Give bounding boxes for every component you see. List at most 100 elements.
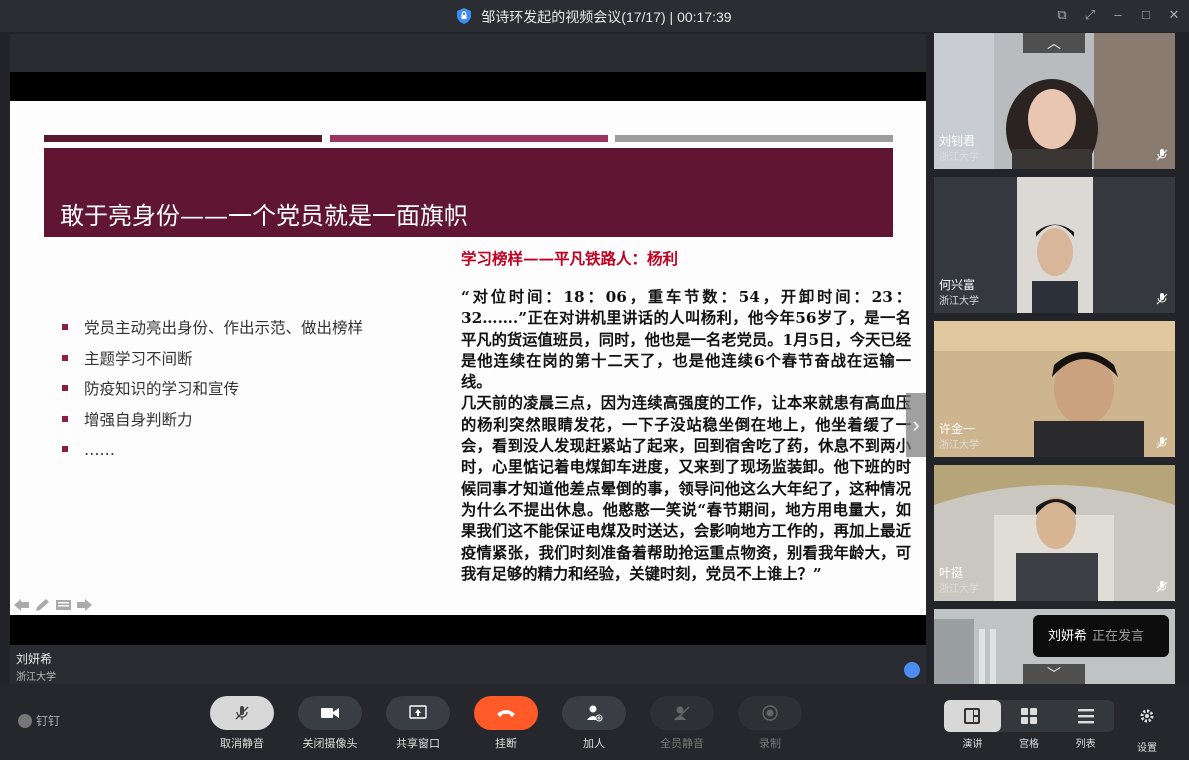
view-mode-switch [944,700,1114,732]
next-slide-icon[interactable] [76,598,93,612]
bullet-list: 党员主动亮出身份、作出示范、做出榜样 主题学习不间断 防疫知识的学习和宣传 增强… [62,317,363,470]
shared-screen[interactable]: 敢于亮身份——一个党员就是一面旗帜 党员主动亮出身份、作出示范、做出榜样 主题学… [10,34,926,684]
camera-off-button[interactable]: 关闭摄像头 [298,696,362,751]
bullet-text: …… [84,441,115,459]
bullet-icon [62,385,68,391]
share-pill[interactable] [386,696,450,730]
view-list-label: 列表 [1075,739,1096,750]
chevron-down-icon[interactable]: ﹀ [1023,664,1085,684]
camera-off-label: 关闭摄像头 [302,738,358,750]
presenter-name: 刘妍希 [16,652,53,666]
camera-icon [321,708,339,718]
share-window-button[interactable]: 共享窗口 [386,696,450,751]
mute-all-label: 全员静音 [660,738,704,750]
fullscreen-icon[interactable]: ⤢ [1083,8,1097,22]
mic-off-icon [1156,581,1168,593]
mic-off-icon [1156,293,1168,305]
hangup-pill[interactable] [474,696,538,730]
participant-tile[interactable]: 许金一 浙江大学 [934,321,1175,457]
participant-tile[interactable]: ︿ 刘钊君 浙江大学 [934,33,1175,169]
bullet-icon [62,354,68,361]
window-controls: ⧉ ⤢ – □ ✕ [1055,8,1181,22]
record-button[interactable]: 录制 [738,696,802,751]
add-people-label: 加人 [583,738,605,750]
pen-icon[interactable] [34,598,51,612]
slide-banner: 敢于亮身份——一个党员就是一面旗帜 [44,148,893,237]
maximize-button[interactable]: □ [1139,8,1153,22]
mute-all-icon [674,706,690,721]
decor-bar [330,135,608,142]
bullet-item: …… [62,439,363,470]
hangup-button[interactable]: 挂断 [474,696,538,751]
window-title: 邹诗环发起的视频会议(17/17) | 00:17:39 [481,9,732,25]
presenter-org: 浙江大学 [16,672,56,683]
brand-label: 钉钉 [36,714,61,728]
chat-icon[interactable] [904,662,920,678]
presentation-slide: 敢于亮身份——一个党员就是一面旗帜 党员主动亮出身份、作出示范、做出榜样 主题学… [10,101,926,615]
chevron-up-icon[interactable]: ︿ [1023,33,1085,53]
speaking-indicator: 刘妍希 正在发言 [1033,615,1169,657]
view-mode-labels: 演讲 宫格 列表 [944,735,1114,750]
hangup-label: 挂断 [495,738,517,750]
record-label: 录制 [759,738,781,750]
bullet-icon [62,415,68,422]
participant-name: 叶挺 [939,566,964,580]
bullet-text: 主题学习不间断 [84,349,193,368]
mic-off-icon [235,706,249,720]
letterbox-top [10,72,926,101]
story-paragraph: “对位时间：18：06，重车节数：54，开卸时间：23：32…….”正在对讲机里… [461,288,911,392]
list-layout-icon [1077,709,1094,724]
bullet-text: 党员主动亮出身份、作出示范、做出榜样 [84,319,364,337]
meeting-toolbar: 钉钉 取消静音 关闭摄像头 共享窗口 挂断 加人 全员静音 录制 演讲 宫格 列… [0,684,1189,760]
title-area: 邹诗环发起的视频会议(17/17) | 00:17:39 [0,7,1189,27]
bullet-icon [62,324,68,330]
shield-icon [457,7,472,27]
meeting-window: 邹诗环发起的视频会议(17/17) | 00:17:39 ⧉ ⤢ – □ ✕ 敢… [0,0,1189,760]
participant-tile[interactable]: 何兴富 浙江大学 [934,177,1175,313]
view-speaker-button[interactable] [944,700,1001,732]
share-screen-icon [409,705,427,719]
unmute-button[interactable]: 取消静音 [210,696,274,751]
participant-tile[interactable]: 叶挺 浙江大学 [934,465,1175,601]
letterbox-bottom [10,615,926,645]
title-bar: 邹诗环发起的视频会议(17/17) | 00:17:39 ⧉ ⤢ – □ ✕ [0,0,1189,32]
story-title: 学习榜样——平凡铁路人：杨利 [461,249,679,268]
chevron-right-icon[interactable]: › [906,393,926,457]
add-pill[interactable] [562,696,626,730]
view-list-button[interactable] [1057,700,1114,732]
mic-off-icon [1156,149,1168,161]
close-button[interactable]: ✕ [1167,8,1181,22]
participant-org: 浙江大学 [939,296,979,307]
participant-name: 何兴富 [939,278,976,292]
decor-bar [615,135,893,142]
popout-icon[interactable]: ⧉ [1055,8,1069,22]
participant-list: ︿ 刘钊君 浙江大学 何兴富 浙江大学 许金一 浙江大学 叶挺 浙江大学 ﹀ [934,33,1175,684]
record-icon [762,705,778,721]
settings-label: 设置 [1137,743,1157,754]
hangup-phone-icon [497,710,515,717]
bullet-item: 党员主动亮出身份、作出示范、做出榜样 [62,317,363,348]
dingtalk-logo-icon [18,713,32,728]
menu-icon[interactable] [55,598,72,612]
speaking-status: 正在发言 [1092,628,1145,643]
mute-all-pill[interactable] [650,696,714,730]
record-pill[interactable] [738,696,802,730]
minimize-button[interactable]: – [1111,8,1125,22]
mute-all-button[interactable]: 全员静音 [650,696,714,751]
settings-button[interactable]: 设置 [1133,708,1161,754]
camera-pill[interactable] [298,696,362,730]
view-grid-button[interactable] [1001,700,1058,732]
gear-icon [1140,709,1154,723]
mic-off-icon [1156,437,1168,449]
slide-toolbar [13,598,93,612]
slide-title: 敢于亮身份——一个党员就是一面旗帜 [60,202,468,230]
add-people-button[interactable]: 加人 [562,696,626,751]
decor-bar [44,135,322,142]
participant-name: 许金一 [939,422,976,436]
prev-slide-icon[interactable] [13,598,30,612]
participant-name: 刘钊君 [939,134,976,148]
unmute-label: 取消静音 [220,738,264,750]
unmute-pill[interactable] [210,696,274,730]
brand: 钉钉 [18,712,60,729]
add-person-icon [587,705,603,722]
